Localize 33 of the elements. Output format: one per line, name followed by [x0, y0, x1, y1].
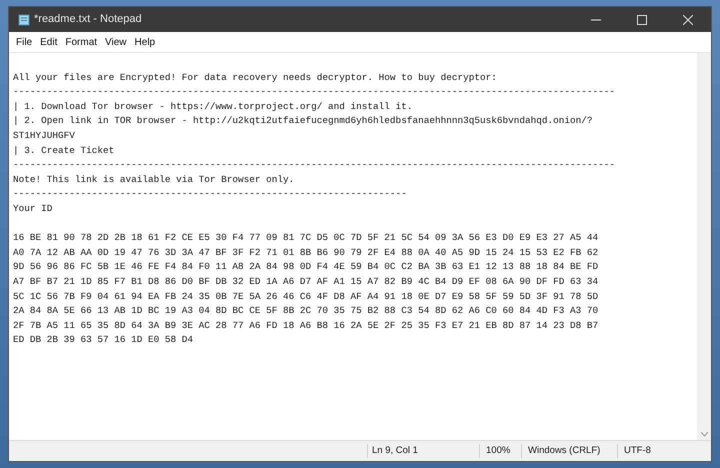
menu-item[interactable]: File — [12, 34, 36, 50]
text-line: A0 7A 12 AB AA 0D 19 47 76 3D 3A 47 BF 3F F2 71 01 8B B6 90 79 2F E4 88 0A 40 A5 9D 15 24 15 53 E2 FB 62 — [13, 246, 598, 260]
menu-item[interactable]: View — [101, 34, 131, 50]
menu-item[interactable]: Format — [61, 34, 102, 50]
text-line: Your ID — [13, 202, 52, 216]
text-line: | 1. Download Tor browser - https://www.torproject.org/ and install it. — [13, 100, 412, 114]
zoom-level: 100% — [479, 444, 521, 458]
cursor-position: Ln 9, Col 1 — [367, 444, 479, 458]
text-line: | 3. Create Ticket — [13, 144, 114, 158]
text-line: ---------------------------------------------------------------------- — [13, 187, 407, 202]
text-line: 5C 1C 56 7B F9 04 61 94 EA FB 24 35 0B 7E 5A 26 46 C6 4F D8 AF A4 91 18 0E D7 E9 58 5F 59 5D 3F 91 78 5D — [13, 290, 598, 304]
window-title: *readme.txt - Notepad — [34, 12, 142, 28]
text-line: ----------------------------------------------------------------------------------------------------------- — [13, 158, 615, 172]
text-line: ----------------------------------------------------------------------------------------------------------- — [13, 85, 615, 100]
maximize-icon — [637, 14, 647, 24]
notepad-icon — [18, 14, 30, 26]
text-line: 2A 84 8A 5E 66 13 AB 1D BC 19 A3 04 8D BC CE 5F 8B 2C 70 35 75 B2 88 C3 54 8D 62 A6 C0 60 84 4D F3 A3 70 — [13, 304, 598, 318]
text-line: All your files are Encrypted! For data recovery needs decryptor. How to buy decryptor: — [13, 70, 497, 85]
text-line: 16 BE 81 90 78 2D 2B 18 61 F2 CE E5 30 F4 77 09 81 7C D5 0C 7D 5F 21 5C 54 09 3A 56 E3 D0 E9 E3 27 A5 44 — [13, 231, 598, 246]
scrollbar[interactable] — [697, 53, 711, 440]
text-line: ED DB 2B 39 63 57 16 1D E0 58 D4 — [13, 333, 194, 348]
menu-item[interactable]: Help — [130, 34, 160, 50]
close-icon — [683, 14, 693, 24]
scroll-down-icon — [700, 432, 708, 437]
text-line: 9D 56 96 86 FC 5B 1E 46 FE F4 84 F0 11 A8 2A 84 98 0D F4 4E 59 B4 0C C2 BA 3B 63 E1 12 13 88 18 84 BE FD — [13, 260, 598, 274]
text-line: | 2. Open link in TOR browser - http://u2kqti2utfaiefucegnmd6yh6hledbsfanaehhnnn3q5usk6bvndahqd.onion/? — [13, 114, 592, 128]
text-line: Note! This link is available via Tor Browser only. — [13, 172, 294, 187]
encoding: UTF-8 — [617, 444, 711, 458]
menu-item[interactable]: Edit — [36, 34, 62, 50]
line-endings: Windows (CRLF) — [521, 444, 617, 458]
text-line: ST1HYJUHGFV — [13, 128, 75, 143]
text-line: 2F 7B A5 11 65 35 8D 64 3A B9 3E AC 28 77 A6 FD 18 A6 B8 16 2A 5E 2F 25 35 F3 E7 21 EB 8D 87 14 23 D8 B7 — [13, 318, 598, 333]
text-line: A7 BF B7 21 1D 85 F7 B1 D8 86 D0 BF DB 32 ED 1A A6 D7 AF A1 15 A7 82 B9 4C B4 D9 EF 08 6A 90 DF FD 63 34 — [13, 274, 598, 289]
